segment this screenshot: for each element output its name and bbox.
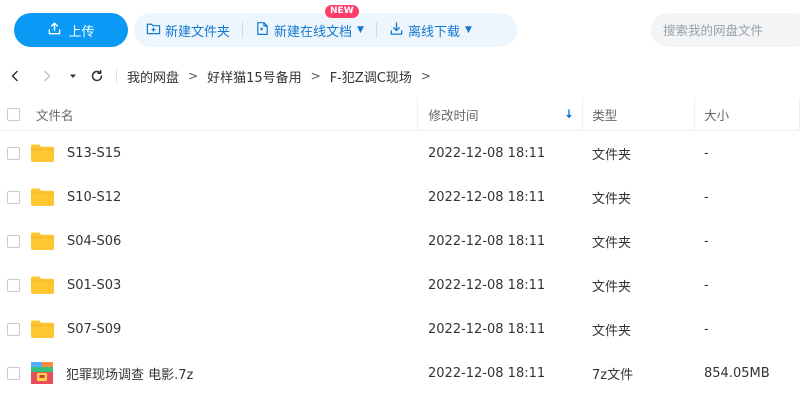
table-row[interactable]: S13-S15 2022-12-08 18:11 文件夹 -: [0, 131, 800, 175]
modified-time: 2022-12-08 18:11: [428, 233, 546, 249]
table-row[interactable]: S04-S06 2022-12-08 18:11 文件夹 -: [0, 219, 800, 263]
refresh-button[interactable]: [86, 65, 108, 87]
file-name-cell[interactable]: S07-S09: [29, 307, 418, 351]
row-checkbox-cell: [0, 131, 29, 175]
new-folder-label: 新建文件夹: [165, 24, 231, 40]
file-name-cell[interactable]: S04-S06: [29, 219, 418, 263]
file-type: 文件夹: [592, 147, 632, 163]
folder-icon: [31, 320, 54, 338]
column-header-modified[interactable]: 修改时间: [417, 97, 582, 131]
file-name-cell[interactable]: S13-S15: [29, 131, 418, 175]
table-body: S13-S15 2022-12-08 18:11 文件夹 - S10-S12 2…: [0, 131, 800, 395]
upload-label: 上传: [68, 24, 95, 40]
row-checkbox[interactable]: [7, 234, 20, 248]
download-icon: [389, 21, 404, 40]
breadcrumb-item-root[interactable]: 我的网盘: [127, 67, 179, 86]
row-checkbox-cell: [0, 175, 29, 219]
navigation-bar: 我的网盘 > 好样猫15号备用 > F-犯Z调C现场 >: [0, 60, 800, 92]
file-type: 7z文件: [592, 367, 634, 383]
file-name: S01-S03: [67, 277, 122, 293]
history-dropdown-button[interactable]: [62, 65, 84, 87]
folder-icon: [31, 232, 54, 250]
file-size: -: [704, 277, 709, 293]
breadcrumb-separator: >: [420, 69, 431, 83]
file-type: 文件夹: [592, 191, 632, 207]
refresh-icon: [91, 69, 103, 82]
column-header-name[interactable]: 文件名: [29, 98, 418, 131]
column-header-modified-label: 修改时间: [428, 107, 479, 123]
row-checkbox[interactable]: [7, 322, 20, 336]
back-button[interactable]: [4, 65, 26, 87]
chevron-down-icon: ▼: [464, 25, 472, 35]
row-checkbox[interactable]: [7, 366, 20, 380]
action-group: 新建文件夹 新建在线文档 ▼ NEW 离线下载 ▼: [134, 5, 517, 47]
table-row[interactable]: S07-S09 2022-12-08 18:11 文件夹 -: [0, 307, 800, 351]
chevron-left-icon: [11, 70, 18, 82]
sort-descending-icon: [566, 109, 573, 118]
new-folder-button[interactable]: 新建文件夹: [134, 13, 242, 47]
table-row[interactable]: S01-S03 2022-12-08 18:11 文件夹 -: [0, 263, 800, 307]
row-checkbox-cell: [0, 263, 29, 307]
new-badge: NEW: [325, 5, 359, 18]
select-all-checkbox[interactable]: [7, 107, 20, 121]
file-name: S10-S12: [67, 189, 122, 205]
offline-download-button[interactable]: 离线下载 ▼: [377, 13, 484, 47]
file-name: S13-S15: [67, 145, 122, 161]
upload-icon: [47, 21, 62, 40]
forward-button[interactable]: [36, 65, 58, 87]
caret-down-icon: [70, 74, 76, 78]
row-checkbox-cell: [0, 307, 29, 351]
new-online-doc-label: 新建在线文档: [274, 24, 353, 40]
new-folder-icon: [146, 21, 161, 40]
upload-button[interactable]: 上传: [14, 13, 128, 47]
file-size: -: [704, 233, 709, 249]
chevron-down-icon: ▼: [357, 25, 364, 35]
table-header: 文件名 修改时间 类型 大小: [0, 97, 800, 131]
row-checkbox[interactable]: [7, 146, 20, 160]
file-table: 文件名 修改时间 类型 大小 S13-S15 2022-12-08 18:11 …: [0, 97, 800, 395]
header-checkbox-cell: [0, 98, 29, 131]
file-type: 文件夹: [592, 323, 632, 339]
file-name-cell[interactable]: S01-S03: [29, 263, 418, 307]
archive-icon: [31, 362, 53, 384]
file-name-cell[interactable]: S10-S12: [29, 175, 418, 219]
toolbar: 上传 新建文件夹 新建在线文档 ▼ NEW 离线下载 ▼ 搜索我的网盘文件: [0, 0, 800, 60]
folder-icon: [31, 188, 54, 206]
breadcrumb-separator: >: [310, 69, 321, 83]
breadcrumb-separator: >: [188, 69, 199, 83]
row-checkbox[interactable]: [7, 278, 20, 292]
file-name-cell[interactable]: 犯罪现场调查 电影.7z: [29, 351, 418, 395]
row-checkbox[interactable]: [7, 190, 20, 204]
row-checkbox-cell: [0, 219, 29, 263]
file-name: S07-S09: [67, 321, 122, 337]
table-row[interactable]: 犯罪现场调查 电影.7z 2022-12-08 18:11 7z文件 854.0…: [0, 351, 800, 395]
search-input[interactable]: [651, 13, 800, 47]
breadcrumb-item-folder[interactable]: 好样猫15号备用: [207, 67, 302, 86]
file-size: -: [704, 321, 709, 337]
folder-icon: [31, 276, 54, 294]
modified-time: 2022-12-08 18:11: [428, 321, 546, 337]
modified-time: 2022-12-08 18:11: [428, 277, 546, 293]
file-size: 854.05MB: [704, 365, 770, 381]
chevron-right-icon: [44, 70, 51, 82]
table-row[interactable]: S10-S12 2022-12-08 18:11 文件夹 -: [0, 175, 800, 219]
file-size: -: [704, 145, 709, 161]
modified-time: 2022-12-08 18:11: [428, 365, 546, 381]
modified-time: 2022-12-08 18:11: [428, 145, 546, 161]
folder-icon: [31, 144, 54, 162]
file-type: 文件夹: [592, 279, 632, 295]
column-header-type[interactable]: 类型: [582, 97, 694, 131]
file-size: -: [704, 189, 709, 205]
row-checkbox-cell: [0, 351, 29, 395]
file-name: 犯罪现场调查 电影.7z: [66, 367, 194, 383]
modified-time: 2022-12-08 18:11: [428, 189, 546, 205]
breadcrumb-item-current[interactable]: F-犯Z调C现场: [330, 67, 412, 86]
column-header-size[interactable]: 大小: [694, 97, 799, 131]
new-doc-icon: [255, 21, 270, 40]
offline-download-label: 离线下载: [407, 24, 460, 40]
divider: [116, 68, 117, 84]
file-name: S04-S06: [67, 233, 122, 249]
new-online-doc-button[interactable]: 新建在线文档 ▼ NEW: [243, 5, 376, 47]
file-type: 文件夹: [592, 235, 632, 251]
